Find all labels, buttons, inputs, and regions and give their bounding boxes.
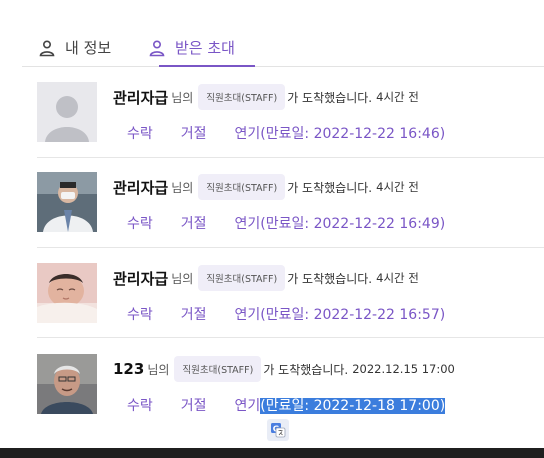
invitation-message: 가 도착했습니다. — [287, 180, 373, 195]
invitation-time: 4시간 전 — [376, 271, 419, 285]
postpone-label: 연기 — [234, 307, 261, 323]
accept-button[interactable]: 수락 — [127, 395, 153, 415]
accept-button[interactable]: 수락 — [127, 304, 153, 324]
postpone-label: 연기 — [234, 216, 261, 232]
reject-button[interactable]: 거절 — [181, 304, 207, 324]
postpone-label: 연기 — [234, 398, 261, 414]
tab-my-info[interactable]: 내 정보 — [38, 30, 111, 65]
invitation-item: 관리자급 님의 직원초대(STAFF) 가 도착했습니다. 4시간 전 수락 거… — [37, 82, 544, 152]
postpone-button[interactable]: 연기(만료일: 2022-12-18 17:00) — [235, 395, 446, 415]
invitation-text: 관리자급 님의 직원초대(STAFF) 가 도착했습니다. 4시간 전 — [113, 84, 419, 110]
expiry-date: (만료일: 2022-12-22 16:57) — [260, 307, 446, 323]
sender-name: 123 — [113, 360, 145, 378]
postpone-button[interactable]: 연기(만료일: 2022-12-22 16:49) — [235, 213, 446, 233]
invitation-actions: 수락 거절 연기(만료일: 2022-12-22 16:46) — [127, 122, 445, 144]
sender-suffix: 님의 — [171, 90, 194, 105]
person-icon — [148, 39, 166, 57]
google-translate-icon[interactable]: G — [267, 419, 289, 441]
invitation-message: 가 도착했습니다. — [287, 90, 373, 105]
invitation-actions: 수락 거절 연기(만료일: 2022-12-18 17:00) — [127, 394, 446, 416]
active-tab-indicator — [159, 65, 255, 67]
invitation-text: 123 님의 직원초대(STAFF) 가 도착했습니다. 2022.12.15 … — [113, 356, 455, 382]
avatar-default — [37, 82, 97, 142]
invitation-message: 가 도착했습니다. — [287, 271, 373, 286]
invitation-type-badge: 직원초대(STAFF) — [198, 84, 286, 110]
tab-received-invitations-label: 받은 초대 — [175, 39, 235, 57]
divider — [37, 157, 544, 158]
sender-suffix: 님의 — [171, 271, 194, 286]
sender-suffix: 님의 — [147, 362, 170, 377]
tab-my-info-label: 내 정보 — [65, 39, 112, 57]
tab-received-invitations[interactable]: 받은 초대 — [148, 30, 235, 65]
invitation-item: 관리자급 님의 직원초대(STAFF) 가 도착했습니다. 4시간 전 수락 거… — [37, 172, 544, 242]
invitation-type-badge: 직원초대(STAFF) — [198, 265, 286, 291]
avatar-photo — [37, 172, 97, 232]
sender-name: 관리자급 — [113, 178, 169, 197]
invitation-actions: 수락 거절 연기(만료일: 2022-12-22 16:49) — [127, 212, 445, 234]
accept-button[interactable]: 수락 — [127, 123, 153, 143]
invitation-item: 관리자급 님의 직원초대(STAFF) 가 도착했습니다. 4시간 전 수락 거… — [37, 263, 544, 333]
person-icon — [38, 39, 56, 57]
reject-button[interactable]: 거절 — [181, 213, 207, 233]
avatar-photo — [37, 354, 97, 414]
divider — [37, 247, 544, 248]
sender-name: 관리자급 — [113, 269, 169, 288]
sender-suffix: 님의 — [171, 180, 194, 195]
expiry-date: (만료일: 2022-12-22 16:49) — [260, 216, 446, 232]
invitation-type-badge: 직원초대(STAFF) — [174, 356, 262, 382]
expiry-date: (만료일: 2022-12-22 16:46) — [260, 126, 446, 142]
postpone-button[interactable]: 연기(만료일: 2022-12-22 16:57) — [235, 304, 446, 324]
bottom-bar — [0, 448, 544, 458]
invitation-item: 123 님의 직원초대(STAFF) 가 도착했습니다. 2022.12.15 … — [37, 354, 544, 424]
invitation-text: 관리자급 님의 직원초대(STAFF) 가 도착했습니다. 4시간 전 — [113, 174, 419, 200]
postpone-button[interactable]: 연기(만료일: 2022-12-22 16:46) — [235, 123, 446, 143]
profile-tabs: 내 정보 받은 초대 — [22, 30, 544, 67]
accept-button[interactable]: 수락 — [127, 213, 153, 233]
invitation-type-badge: 직원초대(STAFF) — [198, 174, 286, 200]
invitation-message: 가 도착했습니다. — [263, 362, 349, 377]
divider — [37, 337, 544, 338]
postpone-label: 연기 — [234, 126, 261, 142]
invitation-time: 4시간 전 — [376, 90, 419, 104]
invitation-time: 4시간 전 — [376, 180, 419, 194]
expiry-date-selected: (만료일: 2022-12-18 17:00) — [260, 398, 446, 414]
avatar-photo — [37, 263, 97, 323]
reject-button[interactable]: 거절 — [181, 395, 207, 415]
reject-button[interactable]: 거절 — [181, 123, 207, 143]
invitation-actions: 수락 거절 연기(만료일: 2022-12-22 16:57) — [127, 303, 445, 325]
sender-name: 관리자급 — [113, 88, 169, 107]
invitation-text: 관리자급 님의 직원초대(STAFF) 가 도착했습니다. 4시간 전 — [113, 265, 419, 291]
invitation-time: 2022.12.15 17:00 — [352, 362, 455, 376]
